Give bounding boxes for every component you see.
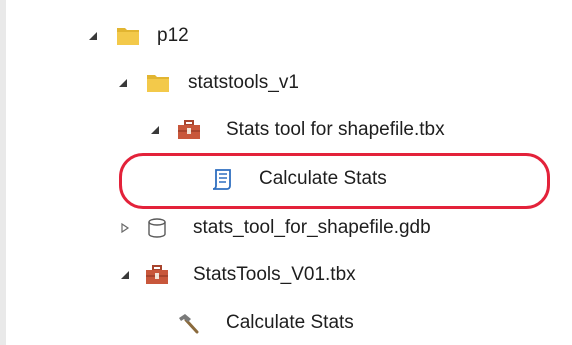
tree-item-label: statstools_v1 — [188, 72, 299, 93]
tree-item-p12[interactable]: p12 — [0, 21, 572, 51]
collapsed-arrow-icon[interactable] — [120, 223, 130, 233]
catalog-tree: p12 statstools_v1 Stats tool for shapefi… — [0, 0, 572, 345]
folder-icon — [117, 28, 139, 45]
tree-item-statstools-v1[interactable]: statstools_v1 — [0, 68, 572, 98]
toolbox-icon — [146, 265, 168, 284]
expanded-arrow-icon[interactable] — [88, 31, 98, 41]
tree-item-label: StatsTools_V01.tbx — [193, 264, 356, 285]
tree-item-label: Calculate Stats — [226, 312, 354, 333]
tree-item-calculate-stats-tool[interactable]: Calculate Stats — [0, 308, 572, 338]
tree-item-statstools-v01-tbx[interactable]: StatsTools_V01.tbx — [0, 260, 572, 290]
expanded-arrow-icon[interactable] — [120, 270, 130, 280]
geodatabase-icon — [148, 218, 166, 238]
expanded-arrow-icon[interactable] — [118, 78, 128, 88]
script-tool-icon — [212, 169, 231, 190]
tree-item-label: Calculate Stats — [259, 168, 387, 189]
tree-item-label: stats_tool_for_shapefile.gdb — [193, 217, 431, 238]
tree-item-calculate-stats-script[interactable]: Calculate Stats — [0, 164, 572, 194]
tree-item-label: Stats tool for shapefile.tbx — [226, 119, 445, 140]
tree-item-stats-tool-for-shapefile-gdb[interactable]: stats_tool_for_shapefile.gdb — [0, 213, 572, 243]
tree-item-stats-tool-for-shapefile-tbx[interactable]: Stats tool for shapefile.tbx — [0, 115, 572, 145]
tree-item-label: p12 — [157, 25, 189, 46]
expanded-arrow-icon[interactable] — [150, 125, 160, 135]
hammer-tool-icon — [179, 314, 199, 334]
toolbox-icon — [178, 120, 200, 139]
folder-icon — [147, 75, 169, 92]
